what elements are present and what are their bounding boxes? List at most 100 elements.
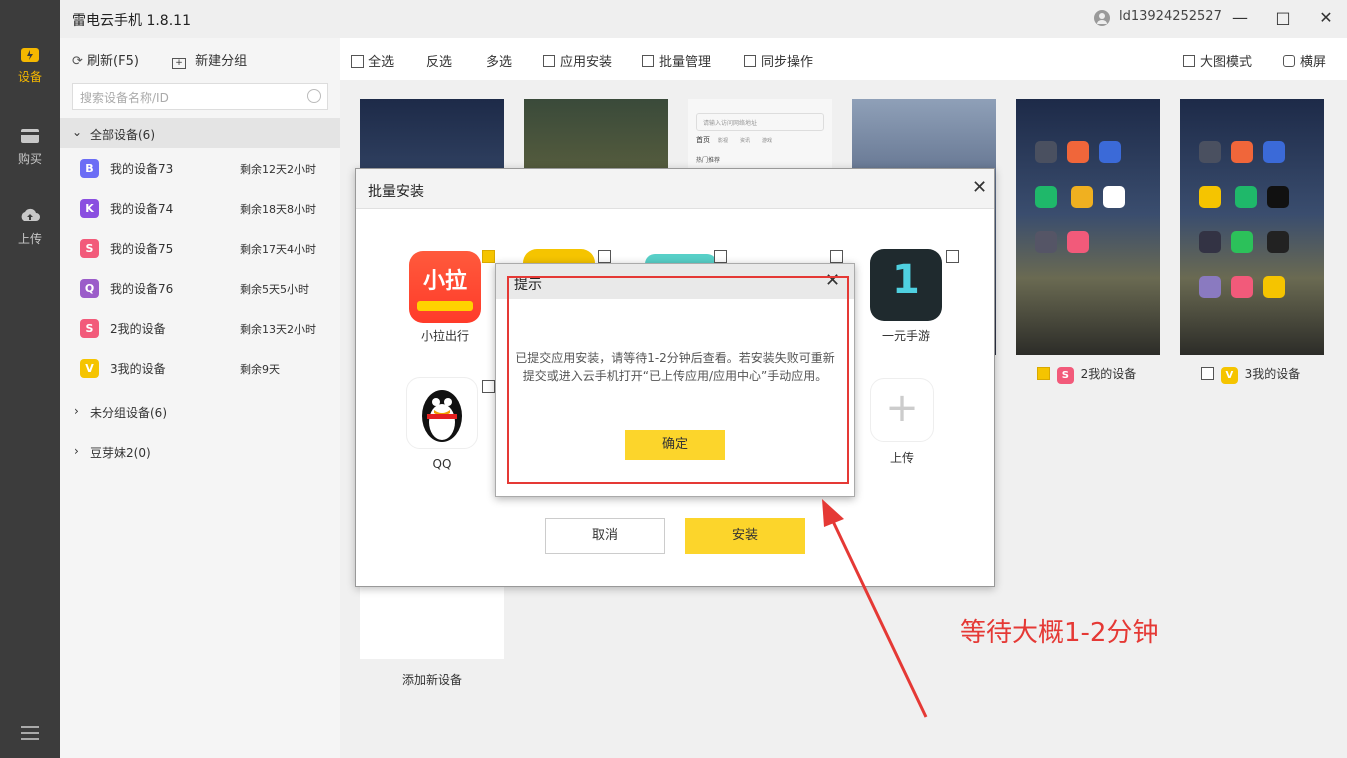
rail-item-buy[interactable]: 购买 (0, 126, 60, 167)
search-icon[interactable] (307, 89, 321, 103)
app-icon (1231, 141, 1253, 163)
device-badge: K (80, 199, 99, 218)
app-name: 小拉出行 (420, 329, 469, 343)
browser-section: 热门推荐 (696, 157, 721, 164)
sidebar-device-row[interactable]: V 3我的设备 剩余9天 (60, 348, 340, 388)
app-logo-text: 小拉 (422, 269, 467, 294)
multi-select-button[interactable]: 多选 (486, 51, 512, 70)
close-icon[interactable]: ✕ (972, 177, 987, 198)
browser-tab: 游戏 (762, 138, 773, 144)
refresh-button[interactable]: ⟳ 刷新(F5) (72, 50, 139, 69)
sidebar-device-row[interactable]: Q 我的设备76 剩余5天5小时 (60, 268, 340, 308)
rail-item-devices[interactable]: 设备 (0, 44, 60, 85)
app-icon (1035, 231, 1057, 253)
invert-button[interactable]: 反选 (426, 51, 452, 70)
dialog-title: 批量安装 (368, 184, 424, 200)
group-ungrouped[interactable]: › 未分组设备(6) (60, 400, 340, 424)
toolbar: 全选 反选 多选 应用安装 批量管理 同步操作 大图模式 横屏 (340, 38, 1347, 80)
close-icon[interactable]: ✕ (1314, 6, 1338, 30)
device-screen-card[interactable] (1016, 99, 1160, 355)
xiaola-app-icon[interactable]: 小拉 (409, 251, 481, 323)
add-device-label[interactable]: 添加新设备 (402, 671, 462, 688)
group-douyamei[interactable]: › 豆芽妹2(0) (60, 440, 340, 464)
device-screen-card[interactable] (1180, 99, 1324, 355)
sidebar-actions: ⟳ 刷新(F5) + 新建分组 (60, 38, 340, 80)
upload-app-tile[interactable]: + (870, 378, 934, 442)
sidebar-device-row[interactable]: S 2我的设备 剩余13天2小时 (60, 308, 340, 348)
app-icon (1067, 231, 1089, 253)
menu-icon[interactable] (21, 726, 39, 740)
device-card-label[interactable]: S 2我的设备 (1037, 365, 1136, 384)
app-checkbox[interactable] (714, 250, 727, 263)
highlight-box (507, 276, 849, 484)
grid-icon (543, 55, 555, 67)
app-install-label: 应用安装 (560, 55, 613, 70)
device-search-input[interactable]: 搜索设备名称/ID (72, 83, 328, 110)
qq-penguin-icon[interactable] (406, 377, 478, 449)
device-badge: Q (80, 279, 99, 298)
app-icon (1199, 141, 1221, 163)
group-label: 全部设备(6) (90, 128, 155, 142)
sync-op-button[interactable]: 同步操作 (744, 51, 813, 70)
rail-label: 设备 (17, 70, 42, 84)
browser-tab: 影视 (718, 138, 729, 144)
folder-plus-icon: + (172, 58, 186, 69)
rail-item-upload[interactable]: 上传 (0, 206, 60, 247)
device-name: 3我的设备 (110, 362, 166, 376)
cancel-button[interactable]: 取消 (545, 518, 665, 554)
app-checkbox[interactable] (598, 250, 611, 263)
app-icon (1070, 186, 1093, 208)
device-icon (21, 48, 39, 62)
device-checkbox[interactable] (1201, 367, 1214, 380)
install-button[interactable]: 安装 (685, 518, 805, 554)
device-remaining: 剩余12天2小时 (240, 163, 316, 176)
maximize-icon[interactable]: □ (1271, 6, 1295, 30)
left-nav-rail: 设备 购买 上传 (0, 0, 60, 758)
device-remaining: 剩余18天8小时 (240, 203, 316, 216)
device-badge: S (1056, 367, 1074, 384)
grid-view-icon (1183, 55, 1195, 67)
app-checkbox[interactable] (946, 250, 959, 263)
app-icon-partial (523, 249, 595, 263)
chevron-right-icon: › (74, 404, 79, 418)
wallet-icon (21, 129, 39, 143)
game-logo-glyph: 1 (892, 257, 920, 303)
refresh-label: 刷新(F5) (87, 54, 139, 69)
rotate-icon (1283, 55, 1295, 67)
landscape-label: 横屏 (1300, 55, 1327, 70)
sidebar-device-row[interactable]: B 我的设备73 剩余12天2小时 (60, 148, 340, 188)
penguin-glyph (422, 390, 462, 442)
app-icon (1263, 276, 1285, 298)
group-all-devices[interactable]: ⌄ 全部设备(6) (60, 118, 340, 148)
batch-manage-button[interactable]: 批量管理 (642, 51, 711, 70)
user-avatar-icon[interactable] (1094, 10, 1110, 26)
title-bar: 雷电云手机 1.8.11 ld13924252527 — □ ✕ (60, 0, 1347, 38)
device-card-label[interactable]: V 3我的设备 (1201, 365, 1300, 384)
chevron-right-icon: › (74, 444, 79, 458)
sidebar-device-row[interactable]: K 我的设备74 剩余18天8小时 (60, 188, 340, 228)
device-sidebar: ⟳ 刷新(F5) + 新建分组 搜索设备名称/ID ⌄ 全部设备(6) B 我的… (60, 38, 340, 758)
device-checkbox[interactable] (1037, 367, 1050, 380)
minimize-icon[interactable]: — (1228, 6, 1252, 30)
app-icon (1035, 186, 1057, 208)
add-device-card[interactable] (360, 586, 504, 659)
app-checkbox[interactable] (482, 250, 495, 263)
large-mode-button[interactable]: 大图模式 (1183, 51, 1252, 70)
search-placeholder: 搜索设备名称/ID (80, 91, 169, 105)
chevron-down-icon: ⌄ (72, 125, 83, 139)
select-all-checkbox[interactable]: 全选 (351, 51, 394, 70)
app-checkbox[interactable] (830, 250, 843, 263)
device-name: 2我的设备 (110, 322, 166, 336)
landscape-button[interactable]: 横屏 (1283, 51, 1326, 70)
dialog-header: 批量安装 ✕ (356, 169, 994, 209)
new-group-button[interactable]: + 新建分组 (172, 50, 247, 69)
app-icon-grid (1030, 141, 1146, 276)
yiyuan-game-icon[interactable]: 1 (870, 249, 942, 321)
sidebar-device-row[interactable]: S 我的设备75 剩余17天4小时 (60, 228, 340, 268)
app-checkbox[interactable] (482, 380, 495, 393)
plus-icon: + (885, 385, 919, 431)
app-install-button[interactable]: 应用安装 (543, 51, 612, 70)
device-badge: B (80, 159, 99, 178)
user-id[interactable]: ld13924252527 (1119, 9, 1222, 24)
app-icon (1263, 141, 1285, 163)
